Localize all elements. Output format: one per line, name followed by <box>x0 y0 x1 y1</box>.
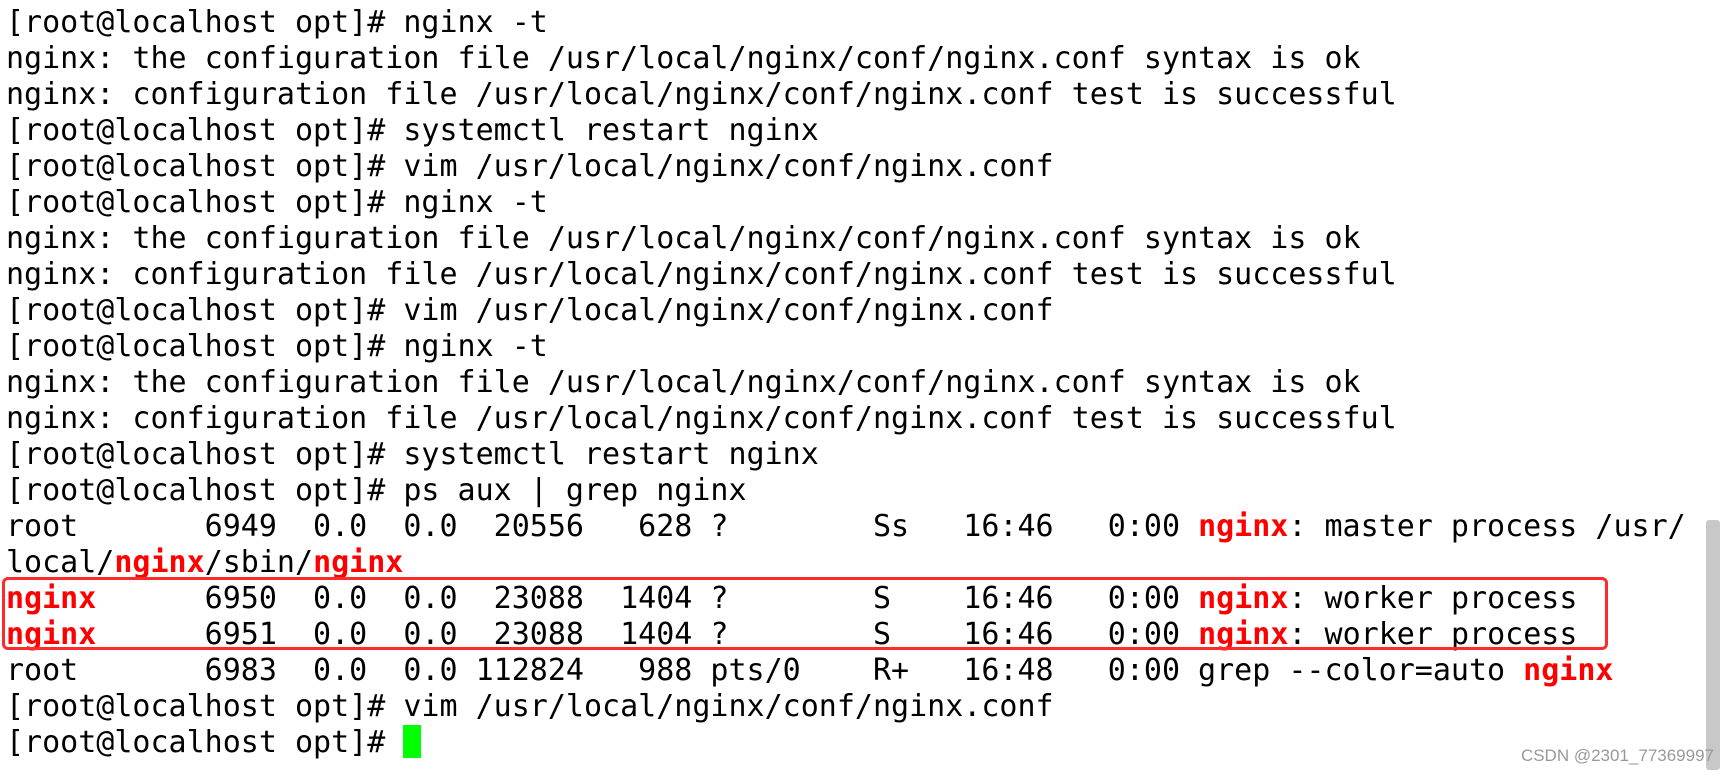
scrollbar-thumb[interactable] <box>1706 520 1720 770</box>
grep-match-highlight: nginx <box>313 545 404 580</box>
terminal-line: local/nginx/sbin/nginx <box>6 545 1722 581</box>
grep-match-highlight: nginx <box>1198 509 1289 544</box>
terminal-line: nginx 6950 0.0 0.0 23088 1404 ? S 16:46 … <box>6 581 1722 617</box>
terminal-text: [root@localhost opt]# nginx -t <box>6 329 548 364</box>
terminal-text: : worker process <box>1288 581 1578 616</box>
grep-match-highlight: nginx <box>1523 653 1614 688</box>
terminal-text: nginx: configuration file /usr/local/ngi… <box>6 257 1397 292</box>
terminal-line: nginx 6951 0.0 0.0 23088 1404 ? S 16:46 … <box>6 617 1722 653</box>
terminal-line: nginx: the configuration file /usr/local… <box>6 41 1722 77</box>
terminal-line: [root@localhost opt]# nginx -t <box>6 185 1722 221</box>
terminal-line: [root@localhost opt]# <box>6 725 1722 761</box>
terminal-text: : master process /usr/ <box>1288 509 1686 544</box>
terminal-line: [root@localhost opt]# ps aux | grep ngin… <box>6 473 1722 509</box>
terminal-text: [root@localhost opt]# systemctl restart … <box>6 113 819 148</box>
watermark: CSDN @2301_77369997 <box>1520 746 1714 765</box>
terminal-line: nginx: the configuration file /usr/local… <box>6 221 1722 257</box>
terminal-text: root 6983 0.0 0.0 112824 988 pts/0 R+ 16… <box>6 653 1524 688</box>
terminal-line: root 6983 0.0 0.0 112824 988 pts/0 R+ 16… <box>6 653 1722 689</box>
terminal-line: [root@localhost opt]# systemctl restart … <box>6 113 1722 149</box>
terminal-text: [root@localhost opt]# systemctl restart … <box>6 437 819 472</box>
terminal-line: [root@localhost opt]# vim /usr/local/ngi… <box>6 689 1722 725</box>
terminal-line: root 6949 0.0 0.0 20556 628 ? Ss 16:46 0… <box>6 509 1722 545</box>
terminal-line: nginx: configuration file /usr/local/ngi… <box>6 257 1722 293</box>
terminal-text: nginx: the configuration file /usr/local… <box>6 365 1361 400</box>
terminal-text: 6950 0.0 0.0 23088 1404 ? S 16:46 0:00 <box>96 581 1199 616</box>
terminal-text: : worker process <box>1288 617 1578 652</box>
terminal-text: [root@localhost opt]# vim /usr/local/ngi… <box>6 293 1054 328</box>
grep-match-highlight: nginx <box>6 617 97 652</box>
grep-match-highlight: nginx <box>1198 581 1289 616</box>
terminal-text: /sbin/ <box>204 545 314 580</box>
terminal-line: nginx: configuration file /usr/local/ngi… <box>6 401 1722 437</box>
terminal-line: nginx: configuration file /usr/local/ngi… <box>6 77 1722 113</box>
terminal-cursor <box>403 725 422 758</box>
terminal-line: [root@localhost opt]# vim /usr/local/ngi… <box>6 293 1722 329</box>
terminal-output: [root@localhost opt]# nginx -t nginx: the… <box>6 5 1722 761</box>
terminal-text: root 6949 0.0 0.0 20556 628 ? Ss 16:46 0… <box>6 509 1199 544</box>
scrollbar-track[interactable] <box>1704 0 1722 780</box>
terminal-text: [root@localhost opt]# ps aux | grep ngin… <box>6 473 747 508</box>
terminal-text: [root@localhost opt]# nginx -t <box>6 185 548 220</box>
grep-match-highlight: nginx <box>1198 617 1289 652</box>
terminal-text: 6951 0.0 0.0 23088 1404 ? S 16:46 0:00 <box>96 617 1199 652</box>
terminal-line: nginx: the configuration file /usr/local… <box>6 365 1722 401</box>
terminal-line: [root@localhost opt]# vim /usr/local/ngi… <box>6 149 1722 185</box>
terminal-window[interactable]: [root@localhost opt]# nginx -t nginx: the… <box>0 0 1722 780</box>
terminal-line: [root@localhost opt]# nginx -t <box>6 329 1722 365</box>
terminal-text: local/ <box>6 545 115 580</box>
terminal-text: nginx: the configuration file /usr/local… <box>6 221 1361 256</box>
grep-match-highlight: nginx <box>114 545 205 580</box>
terminal-text: [root@localhost opt]# nginx -t <box>6 5 548 40</box>
terminal-text: nginx: the configuration file /usr/local… <box>6 41 1361 76</box>
terminal-line: [root@localhost opt]# nginx -t <box>6 5 1722 41</box>
terminal-text: [root@localhost opt]# vim /usr/local/ngi… <box>6 689 1054 724</box>
terminal-text: nginx: configuration file /usr/local/ngi… <box>6 77 1397 112</box>
terminal-text: [root@localhost opt]# vim /usr/local/ngi… <box>6 149 1054 184</box>
terminal-text: [root@localhost opt]# <box>6 725 404 760</box>
terminal-text: nginx: configuration file /usr/local/ngi… <box>6 401 1397 436</box>
terminal-line: [root@localhost opt]# systemctl restart … <box>6 437 1722 473</box>
grep-match-highlight: nginx <box>6 581 97 616</box>
